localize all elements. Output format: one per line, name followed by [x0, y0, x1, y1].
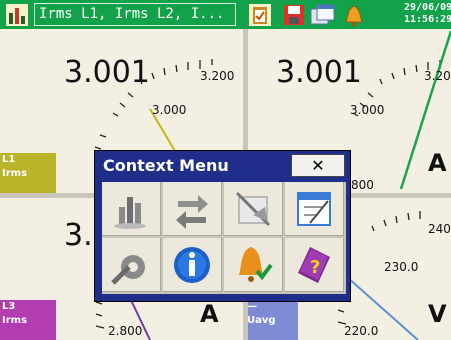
- view-title[interactable]: Irms L1, Irms L2, I...: [34, 3, 236, 26]
- scale-mid-label: 3.000: [152, 103, 187, 117]
- menu-grid: ?: [102, 182, 346, 294]
- menu-item-settings[interactable]: [102, 238, 161, 292]
- scale-mid-label: 230.0: [384, 260, 419, 274]
- top-bar: Irms L1, Irms L2, I... 29/06/09 11:56:29: [0, 0, 451, 29]
- menu-item-alarm[interactable]: [224, 238, 283, 292]
- context-menu-title: Context Menu: [103, 156, 229, 175]
- menu-item-info[interactable]: [163, 238, 222, 292]
- scale-max-label: 3.200: [200, 69, 235, 83]
- bell-icon[interactable]: [342, 4, 364, 27]
- unit-label: A: [200, 300, 219, 328]
- layout-icon: [297, 192, 331, 226]
- menu-item-help[interactable]: ?: [285, 238, 344, 292]
- help-book-icon: ?: [298, 247, 330, 283]
- scale-max-label: 3.20: [424, 69, 451, 83]
- date: 29/06/09: [404, 2, 451, 13]
- phase-badge: L1 Irms: [0, 153, 56, 193]
- menu-item-layout[interactable]: [285, 182, 344, 236]
- quantity-label: Irms: [2, 168, 28, 179]
- phase-badge: L3 Irms: [0, 300, 56, 340]
- scale-mid-label: 3.000: [350, 103, 385, 117]
- context-menu: Context Menu ✕ ?: [94, 150, 351, 302]
- save-icon[interactable]: [283, 4, 305, 26]
- chart-bars-icon[interactable]: [6, 4, 28, 26]
- unit-label: A: [428, 149, 447, 177]
- swap-icon: [176, 195, 208, 229]
- windows-icon[interactable]: [310, 4, 335, 26]
- phase-label: L3: [2, 301, 16, 312]
- menu-item-swap[interactable]: [163, 182, 222, 236]
- quantity-label: Irms: [2, 315, 28, 326]
- scale-low-label: 220.0: [344, 324, 379, 338]
- time: 11:56:29: [404, 14, 451, 25]
- alarm-icon: [239, 247, 273, 282]
- phase-label: —: [248, 301, 257, 312]
- clipboard-icon[interactable]: [249, 4, 271, 26]
- info-icon: [174, 247, 210, 283]
- clear-icon: [235, 191, 271, 227]
- scale-max-label: 240.0: [428, 222, 451, 236]
- datetime: 29/06/09 11:56:29: [404, 2, 451, 26]
- partial-scale-label: 800: [351, 178, 374, 192]
- phase-badge: — Uavg: [248, 300, 298, 340]
- svg-text:?: ?: [310, 257, 320, 278]
- statistics-icon: [114, 197, 146, 229]
- main-reading: 3.001: [276, 55, 362, 90]
- unit-label: V: [428, 300, 447, 328]
- menu-item-clear[interactable]: [224, 182, 283, 236]
- main-reading: 3.001: [64, 55, 150, 90]
- menu-item-statistics[interactable]: [102, 182, 161, 236]
- phase-label: L1: [2, 154, 16, 165]
- scale-low-label: 2.800: [108, 324, 143, 338]
- close-button[interactable]: ✕: [291, 154, 345, 177]
- settings-icon: [111, 255, 145, 285]
- quantity-label: Uavg: [248, 315, 276, 326]
